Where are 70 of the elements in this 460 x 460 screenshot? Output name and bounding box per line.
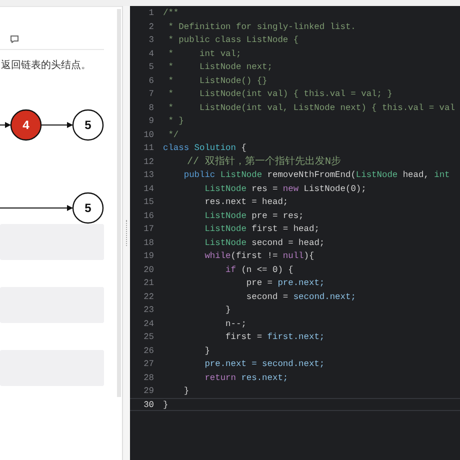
line-number: 18 (142, 236, 154, 248)
list-node: 5 (72, 109, 104, 141)
code-line: * ListNode next; (167, 61, 272, 72)
arrow (40, 122, 74, 128)
code-line: * ListNode(int val) { this.val = val; } (167, 88, 392, 100)
code-line: ListNode second = head; (204, 236, 325, 248)
code-line: * public class ListNode { (167, 34, 299, 46)
code-line: * Definition for singly-linked list. (167, 20, 356, 32)
code-line: ListNode pre = res; (204, 210, 304, 221)
line-number: 7 (148, 88, 154, 100)
line-number: 17 (142, 223, 154, 234)
line-number: 23 (142, 304, 154, 316)
line-number: 20 (142, 264, 154, 275)
line-number: 15 (142, 196, 154, 208)
line-number: 30 (142, 398, 154, 410)
line-number: 2 (148, 20, 154, 32)
line-number: 19 (142, 250, 154, 262)
code-line: pre.next = second.next; (204, 358, 325, 370)
code-line: if (n <= 0) { (224, 264, 294, 275)
code-line: ListNode first = head; (204, 223, 320, 234)
arrow (0, 122, 12, 128)
code-line: * int val; (167, 48, 242, 59)
description-text: 返回链表的头结点。 (1, 58, 92, 72)
scrollbar[interactable] (117, 9, 121, 397)
code-line: } (182, 385, 190, 396)
code-line: n--; (224, 318, 246, 329)
line-number: 8 (148, 102, 154, 113)
code-line: // 双指针，第一个指针先出发N步 (186, 156, 342, 167)
line-number: 24 (142, 318, 154, 329)
line-number: 25 (142, 331, 154, 342)
line-number: 12 (142, 156, 154, 167)
code-line: * ListNode(int val, ListNode next) { this.val = val (167, 102, 455, 113)
comment-icon[interactable] (10, 35, 19, 43)
line-number: 16 (142, 210, 154, 221)
code-line: while(first != null){ (204, 250, 314, 262)
code-line: } (163, 398, 168, 410)
line-number: 10 (142, 128, 154, 140)
line-number: 11 (142, 142, 154, 154)
code-line: ListNode res = new ListNode(0); (204, 182, 366, 194)
line-number: 27 (142, 358, 154, 370)
code-line: second = second.next; (245, 290, 356, 302)
line-number: 26 (142, 344, 154, 356)
line-number: 28 (142, 372, 154, 383)
code-line: /** (163, 7, 179, 18)
code-line: pre = pre.next; (245, 277, 325, 288)
code-editor[interactable] (130, 6, 460, 460)
line-number: 21 (142, 277, 154, 288)
line-number: 5 (148, 61, 154, 72)
code-line: } (224, 304, 231, 316)
line-number: 6 (148, 74, 154, 86)
code-line: res.next = head; (204, 196, 288, 208)
line-number: 22 (142, 290, 154, 302)
code-line: } (204, 344, 210, 356)
code-line: first = first.next; (224, 331, 325, 342)
list-node: 5 (72, 192, 104, 224)
code-line: * ListNode() {} (167, 74, 268, 86)
line-number: 9 (148, 115, 154, 126)
code-line: class Solution { (163, 142, 246, 154)
resize-handle[interactable] (122, 6, 130, 460)
list-node: 4 (10, 109, 42, 141)
code-line: public ListNode removeNthFromEnd(ListNode head, int (182, 169, 450, 180)
code-line: * } (167, 115, 184, 126)
line-number: 13 (142, 169, 154, 180)
line-number: 1 (148, 7, 154, 18)
code-line: return res.next; (204, 372, 288, 383)
code-line: */ (167, 128, 179, 140)
line-number: 3 (148, 34, 154, 46)
line-number: 14 (142, 182, 154, 194)
line-number: 29 (142, 385, 154, 396)
line-number: 4 (148, 48, 154, 59)
